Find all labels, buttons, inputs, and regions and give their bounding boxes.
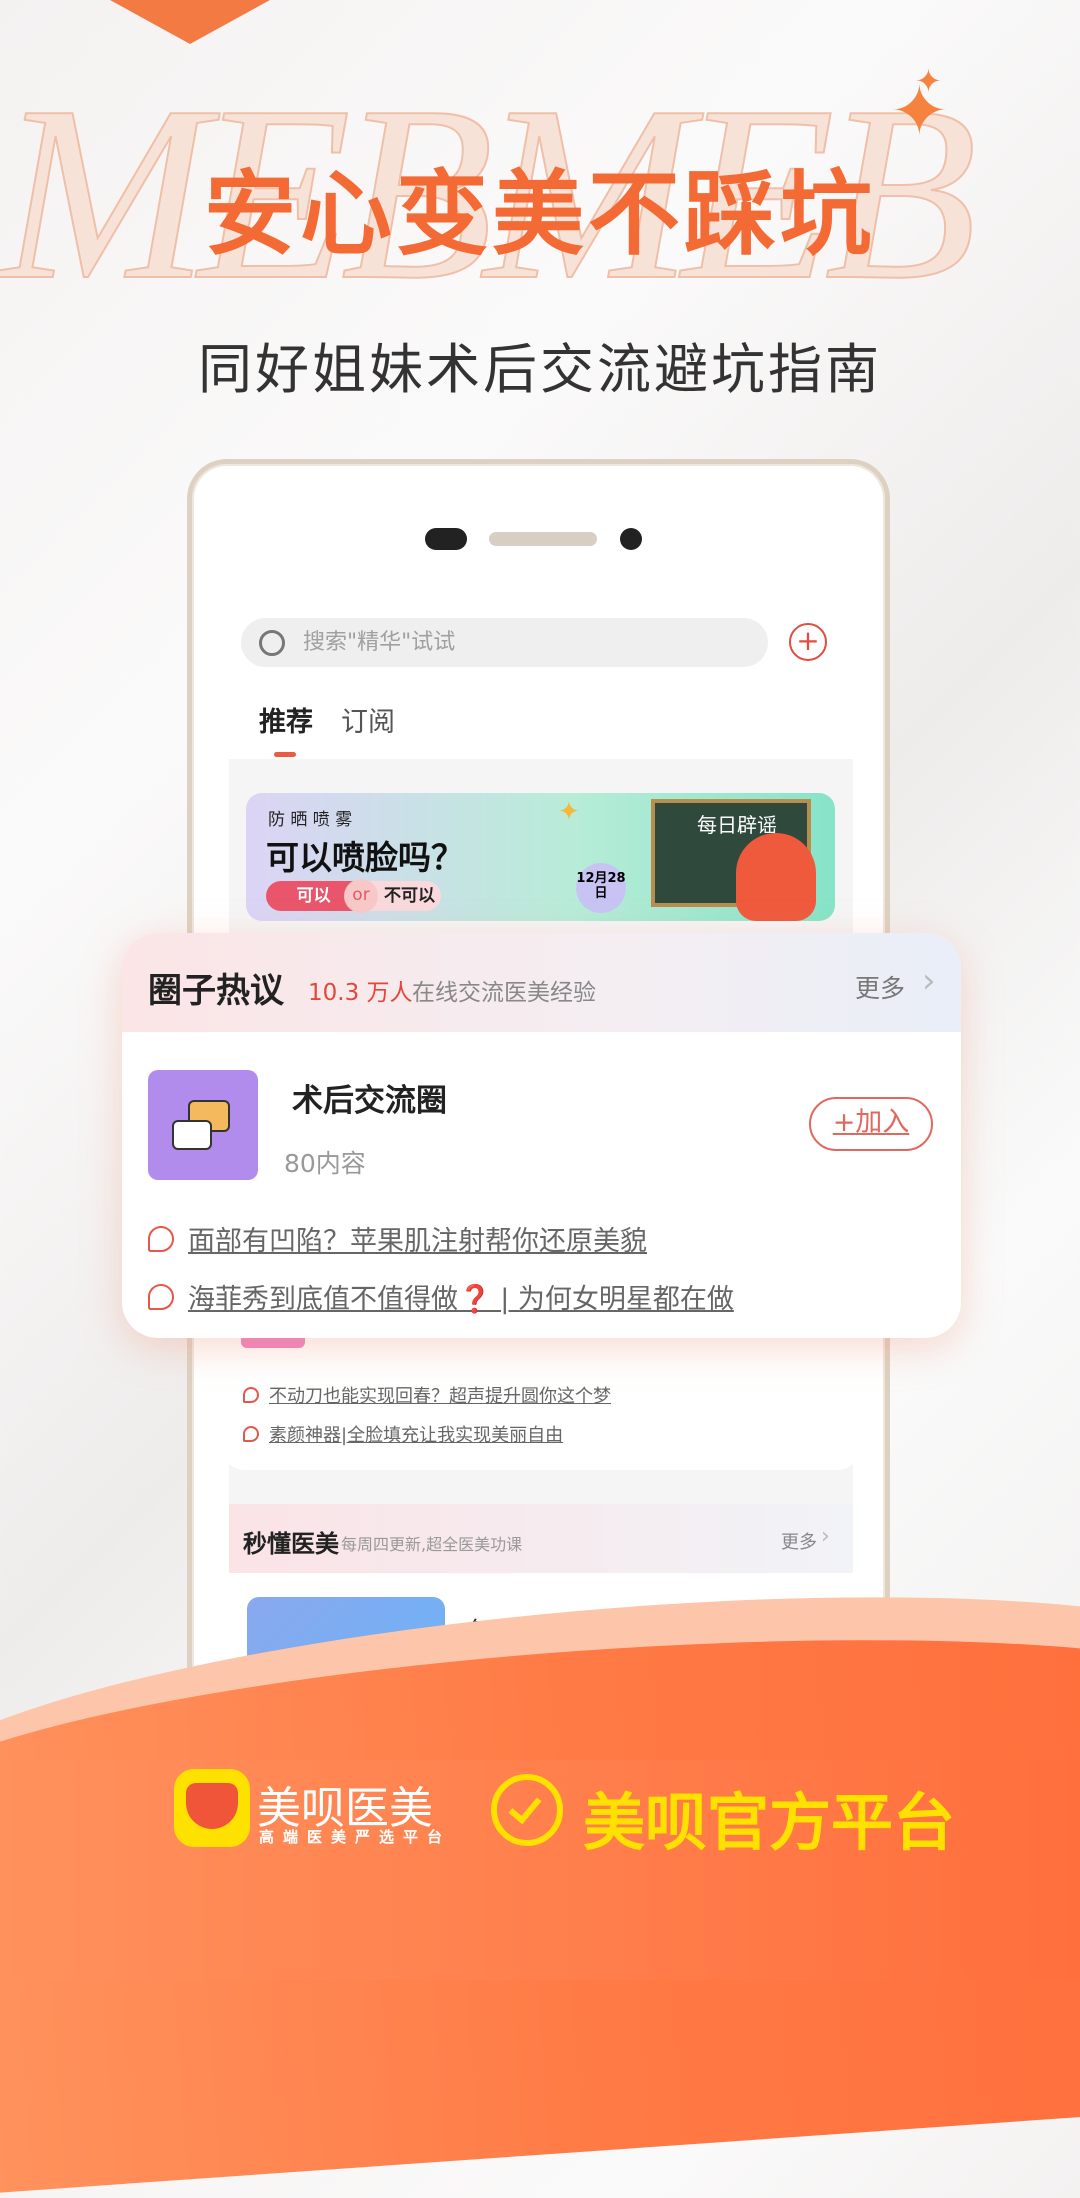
front-camera-icon [620, 528, 642, 550]
active-tab-indicator [274, 752, 296, 757]
checkmark [508, 1789, 542, 1825]
sparkle-small-icon: ✦ [915, 62, 942, 100]
message-icon [148, 1283, 174, 1310]
chat-bubble-back-icon [172, 1120, 212, 1150]
message-icon [243, 1387, 259, 1403]
fox-logo-icon [186, 1783, 238, 1829]
tab-recommend[interactable]: 推荐 [259, 700, 313, 739]
myth-banner[interactable]: 防 晒 喷 雾 可以喷脸吗？ 可以 or 不可以 12月28日 ✦ 每日辟谣 [246, 793, 835, 921]
circle-avatar[interactable] [148, 1070, 258, 1180]
poll-bar: 可以 or 不可以 [266, 879, 441, 913]
circle-name[interactable]: 术后交流圈 [292, 1075, 447, 1120]
search-icon [259, 630, 285, 656]
card-header: 圈子热议 10.3 万人 在线交流医美经验 更多 › [122, 933, 961, 1032]
banner-headline: 可以喷脸吗？ [266, 838, 464, 877]
online-count: 10.3 万人 [308, 980, 413, 1006]
post-item[interactable]: 面部有凹陷？苹果肌注射帮你还原美貌 [148, 1219, 647, 1258]
message-icon [243, 1426, 259, 1442]
list-item[interactable]: 不动刀也能实现回春？超声提升圆你这个梦 [243, 1382, 611, 1408]
search-input[interactable]: 搜索"精华"试试 [241, 618, 768, 667]
join-button[interactable]: +加入 [809, 1097, 933, 1151]
circle-count: 80内容 [284, 1149, 366, 1178]
post-item[interactable]: 海菲秀到底值不值得做❓ | 为何女明星都在做 [148, 1277, 734, 1316]
sparkle-icon: ✦ [558, 797, 580, 827]
chevron-right-icon: › [922, 961, 936, 1001]
section-title: 秒懂医美 [243, 1530, 339, 1558]
banner-kicker: 防 晒 喷 雾 [268, 810, 353, 830]
speaker-grille [489, 532, 597, 546]
list-item[interactable]: 素颜神器|全脸填充让我实现美丽自由 [243, 1421, 563, 1447]
message-icon [148, 1225, 174, 1252]
poll-no[interactable]: 不可以 [384, 881, 435, 911]
add-button[interactable]: + [789, 623, 827, 661]
fox-mascot [736, 833, 816, 921]
tab-subscribe[interactable]: 订阅 [341, 700, 395, 739]
chevron-right-icon: › [821, 1524, 830, 1549]
more-link[interactable]: 更多 [855, 969, 905, 1005]
top-bar: 搜索"精华"试试 + 推荐 订阅 [229, 592, 853, 759]
section-header: 秒懂医美 每周四更新,超全医美功课 更多 › [229, 1504, 853, 1573]
section-subtitle: 每周四更新,超全医美功课 [341, 1535, 523, 1554]
date-badge: 12月28日 [576, 863, 626, 913]
bg-circle-card: 不动刀也能实现回春？超声提升圆你这个梦 素颜神器|全脸填充让我实现美丽自由 [229, 1332, 853, 1470]
circle-hot-card: 圈子热议 10.3 万人 在线交流医美经验 更多 › 术后交流圈 80内容 +加… [122, 933, 961, 1338]
camera-icon [425, 528, 467, 550]
poll-or: or [344, 879, 378, 913]
more-link[interactable]: 更多 [781, 1528, 817, 1554]
hero-subtitle: 同好姐妹术后交流避坑指南 [198, 338, 882, 401]
online-text: 在线交流医美经验 [412, 980, 596, 1006]
top-chevron-decoration [110, 0, 270, 44]
app-logo [174, 1769, 250, 1847]
card-title: 圈子热议 [148, 971, 284, 1011]
hero-title: 安心变美不踩坑 [203, 161, 876, 268]
slogan: 美呗官方平台 [583, 1786, 956, 1859]
brand-tagline: 高端医美严选平台 [259, 1828, 452, 1846]
check-circle-icon [491, 1774, 563, 1846]
